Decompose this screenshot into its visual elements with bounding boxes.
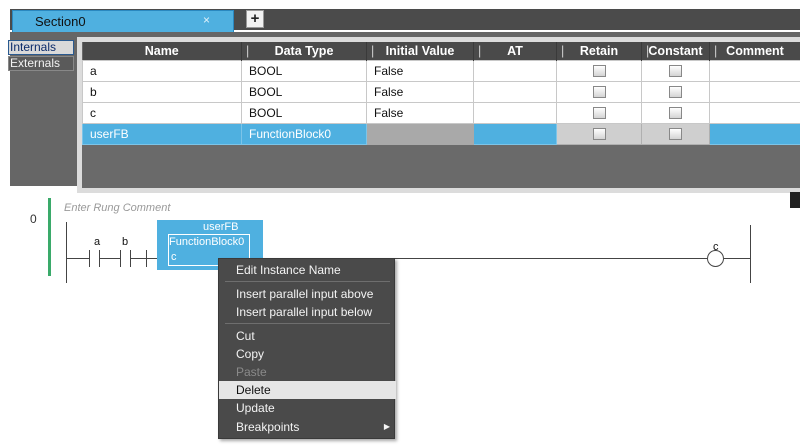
contact-b-label: b [122, 236, 129, 248]
fb-instance-name: userFB [203, 221, 239, 233]
submenu-arrow-icon: ▶ [383, 422, 390, 431]
coil-label: c [713, 241, 719, 253]
fb-input-pin-label: c [171, 251, 177, 263]
menu-item-breakpoints-label: Breakpoints [236, 420, 300, 434]
menu-item-copy[interactable]: Copy [219, 345, 396, 363]
contact-a-label: a [94, 236, 101, 248]
menu-item-cut[interactable]: Cut [219, 327, 396, 345]
context-menu: Edit Instance Name Insert parallel input… [218, 258, 396, 439]
menu-item-insert-parallel-above[interactable]: Insert parallel input above [219, 285, 396, 303]
menu-item-delete[interactable]: Delete [219, 381, 396, 399]
ladder-wiring [66, 222, 751, 283]
menu-item-insert-parallel-below[interactable]: Insert parallel input below [219, 303, 396, 321]
menu-separator [225, 323, 390, 324]
menu-item-paste: Paste [236, 365, 267, 379]
fb-type-name: FunctionBlock0 [169, 236, 245, 248]
menu-separator [225, 281, 390, 282]
menu-item-breakpoints[interactable]: Breakpoints ▶ [219, 418, 396, 436]
menu-item-update[interactable]: Update [219, 399, 396, 417]
menu-item-edit-instance-name[interactable]: Edit Instance Name [219, 261, 396, 279]
